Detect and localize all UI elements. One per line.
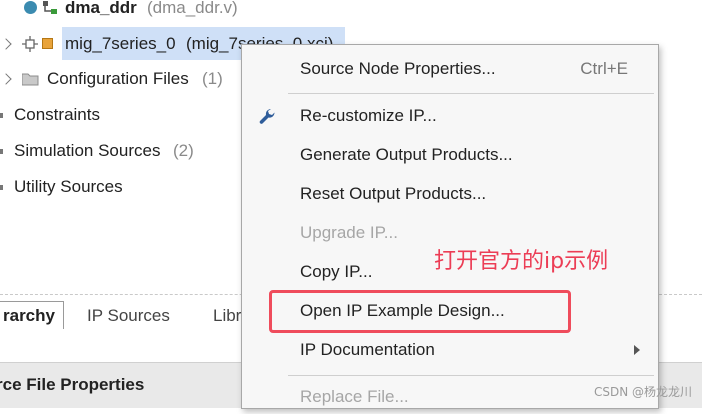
menu-item-ip-documentation[interactable]: IP Documentation	[242, 333, 658, 367]
config-files-label: Configuration Files	[47, 69, 189, 88]
menu-separator	[288, 375, 654, 376]
hierarchy-icon	[43, 1, 57, 14]
menu-item-recustomize-ip[interactable]: Re-customize IP...	[242, 99, 658, 133]
menu-item-label: IP Documentation	[300, 340, 435, 359]
constraints-label: Constraints	[14, 105, 100, 124]
menu-item-source-node-properties[interactable]: Source Node Properties... Ctrl+E	[242, 52, 658, 86]
simulation-sources-label: Simulation Sources	[14, 141, 161, 160]
menu-item-label: Replace File...	[300, 387, 409, 406]
menu-item-reset-output-products[interactable]: Reset Output Products...	[242, 177, 658, 211]
tree-node-icon	[0, 185, 3, 190]
menu-item-shortcut: Ctrl+E	[580, 59, 628, 78]
menu-item-label: Re-customize IP...	[300, 106, 437, 125]
config-files-count: (1)	[202, 69, 223, 88]
utility-sources-label: Utility Sources	[14, 177, 123, 196]
chevron-right-icon[interactable]	[0, 38, 12, 50]
simulation-sources-count: (2)	[173, 141, 194, 160]
tab-ip-sources[interactable]: IP Sources	[87, 303, 170, 329]
menu-item-label: Upgrade IP...	[300, 223, 398, 242]
top-module-name: dma_ddr	[65, 0, 137, 17]
tab-libraries[interactable]: Libr	[213, 303, 241, 329]
context-menu: Source Node Properties... Ctrl+E Re-cust…	[241, 44, 659, 409]
top-module-file: (dma_ddr.v)	[147, 0, 238, 17]
submenu-arrow-icon	[634, 345, 640, 355]
menu-separator	[288, 93, 654, 94]
chevron-right-icon[interactable]	[0, 73, 12, 85]
tree-node-icon	[0, 113, 3, 118]
menu-item-label: Reset Output Products...	[300, 184, 487, 203]
xci-file-icon	[42, 38, 53, 49]
menu-item-label: Source Node Properties...	[300, 59, 496, 78]
annotation-text: 打开官方的ip示例	[434, 249, 609, 274]
tree-node-icon	[0, 149, 3, 154]
panel-title: rce File Properties	[0, 375, 145, 394]
ip-item-name: mig_7series_0	[65, 34, 176, 53]
menu-item-label: Copy IP...	[300, 262, 373, 281]
status-dot-icon	[24, 1, 37, 14]
folder-icon	[22, 73, 39, 86]
menu-item-label: Generate Output Products...	[300, 145, 513, 164]
menu-item-generate-output-products[interactable]: Generate Output Products...	[242, 138, 658, 172]
tab-hierarchy[interactable]: rarchy	[0, 301, 64, 329]
annotation-highlight-box	[269, 290, 571, 333]
ip-core-icon	[22, 36, 38, 52]
watermark: CSDN @杨龙龙川	[594, 385, 693, 399]
wrench-icon	[259, 108, 275, 124]
